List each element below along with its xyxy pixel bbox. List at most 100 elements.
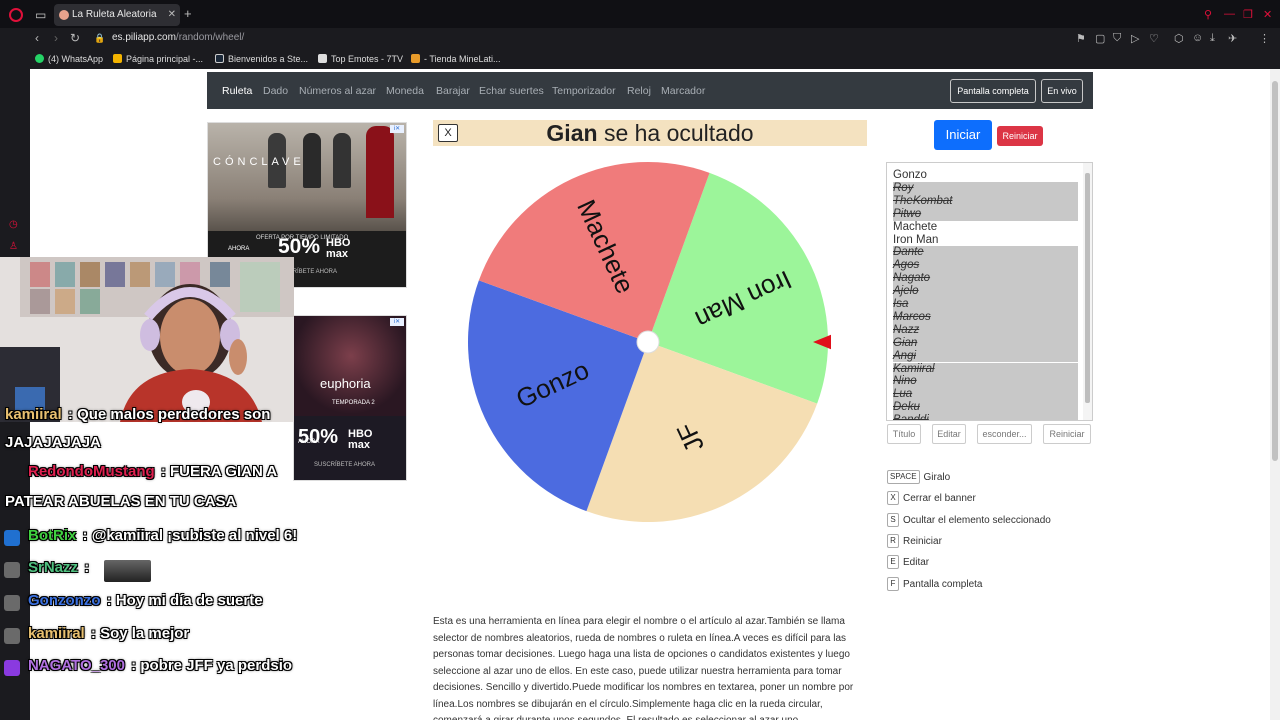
roulette-wheel[interactable]: Iron ManJFGonzoMachete xyxy=(465,159,831,525)
nav-marcador[interactable]: Marcador xyxy=(661,85,705,97)
menu-icon[interactable]: ⋮ xyxy=(1259,32,1270,45)
description-text: Esta es una herramienta en línea para el… xyxy=(433,616,854,720)
bookmark-principal[interactable]: Página principal -... xyxy=(113,54,203,64)
chat-username[interactable]: SrNazz xyxy=(28,559,78,576)
banner-name: Gian xyxy=(546,120,598,146)
new-tab-icon[interactable]: + xyxy=(184,6,192,21)
name-line[interactable]: Nagato xyxy=(893,272,1078,286)
nav-ruleta[interactable]: Ruleta xyxy=(222,85,252,97)
chat-separator: : xyxy=(156,463,170,480)
restore-icon[interactable]: ❐ xyxy=(1243,8,1253,21)
ad-info-icon[interactable]: i✕ xyxy=(390,125,404,133)
title-button[interactable]: Título xyxy=(887,424,921,444)
heart-icon[interactable]: ♡ xyxy=(1149,32,1159,45)
name-line[interactable]: Agos xyxy=(893,259,1078,273)
name-line[interactable]: Gonzo xyxy=(893,169,1078,182)
snapshot-icon[interactable]: ▢ xyxy=(1095,32,1105,45)
bookmark-label: (4) WhatsApp xyxy=(48,54,104,64)
back-icon[interactable]: ‹ xyxy=(35,31,39,45)
download-icon[interactable]: ⤓ xyxy=(1210,32,1215,45)
chat-username[interactable]: kamiiral xyxy=(5,406,62,423)
url-path: /random/wheel/ xyxy=(175,32,245,43)
profile-icon[interactable]: ☺ xyxy=(1192,32,1203,44)
shortcut-key: S xyxy=(887,512,899,527)
fullscreen-button[interactable]: Pantalla completa xyxy=(950,79,1036,103)
bookmark-7tv[interactable]: Top Emotes - 7TV xyxy=(318,54,403,64)
minimize-icon[interactable]: — xyxy=(1224,8,1235,20)
name-line[interactable]: Marcos xyxy=(893,310,1078,324)
play-icon[interactable]: ▷ xyxy=(1131,32,1139,45)
banner-text: Gian se ha ocultado xyxy=(433,121,867,145)
wheel-center-hub xyxy=(636,330,660,354)
name-line[interactable]: Dante xyxy=(893,246,1078,260)
name-line[interactable]: Nazz xyxy=(893,323,1078,337)
name-line[interactable]: Machete xyxy=(893,221,1078,234)
ad-discount: 50% xyxy=(278,235,321,258)
nav-moneda[interactable]: Moneda xyxy=(386,85,424,97)
chat-username[interactable]: Gonzonzo xyxy=(28,592,100,609)
name-line[interactable]: Kamiiral xyxy=(893,362,1078,376)
reload-icon[interactable]: ↻ xyxy=(70,31,80,45)
nav-temporizador[interactable]: Temporizador xyxy=(552,85,616,97)
bookmark-whatsapp[interactable]: (4) WhatsApp xyxy=(35,54,103,64)
bookmark-label: Top Emotes - 7TV xyxy=(331,54,404,64)
banner-message: se ha ocultado xyxy=(603,120,754,146)
name-line[interactable]: Nino xyxy=(893,375,1078,389)
name-line[interactable]: Iron Man xyxy=(893,234,1078,247)
lock-icon: 🔒 xyxy=(94,33,106,43)
chat-username[interactable]: RedondoMustang xyxy=(28,463,155,480)
chat-message: BotRix : @kamiiral ¡subiste al nivel 6! xyxy=(28,527,297,544)
forward-icon[interactable]: › xyxy=(54,31,58,45)
extensions-icon[interactable]: ⬡ xyxy=(1174,32,1184,45)
bookmark-icon[interactable]: ⚑ xyxy=(1076,32,1086,45)
browser-tab[interactable]: La Ruleta Aleatoria ✕ xyxy=(54,4,180,26)
live-button[interactable]: En vivo xyxy=(1041,79,1083,103)
chat-username[interactable]: NAGATO_300 xyxy=(28,657,125,674)
chat-message: kamiiral : Soy la mejor xyxy=(28,625,189,642)
banner-close-button[interactable]: X xyxy=(438,124,458,142)
tab-close-icon[interactable]: ✕ xyxy=(168,4,176,26)
ad-info-icon[interactable]: i✕ xyxy=(390,318,404,326)
reset-button[interactable]: Reiniciar xyxy=(997,126,1043,146)
shortcut-label: Ocultar el elemento seleccionado xyxy=(903,514,1051,526)
ad-title: euphoria xyxy=(320,376,371,391)
url-field[interactable]: es.piliapp.com/random/wheel/ xyxy=(112,32,244,43)
tab-list-icon[interactable]: ▭ xyxy=(35,7,46,23)
start-button[interactable]: Iniciar xyxy=(934,120,992,150)
chat-badge-icon xyxy=(4,595,20,611)
name-line[interactable]: Deku xyxy=(893,401,1078,415)
chat-username[interactable]: BotRix xyxy=(28,527,76,544)
name-line[interactable]: Roy xyxy=(893,181,1078,195)
close-window-icon[interactable]: ✕ xyxy=(1263,8,1272,21)
name-line[interactable]: Banddi xyxy=(893,414,1078,420)
nav-reloj[interactable]: Reloj xyxy=(627,85,651,97)
page-scrollbar[interactable] xyxy=(1270,69,1280,720)
names-textarea[interactable]: Gonzo Roy TheKombat Pitwo Machete Iron Man Dan… xyxy=(886,162,1093,421)
name-line[interactable]: Gian xyxy=(893,336,1078,350)
name-line[interactable]: Isa xyxy=(893,298,1078,311)
name-line[interactable]: TheKombat xyxy=(893,194,1078,208)
nav-numeros[interactable]: Números al azar xyxy=(299,85,376,97)
shield-icon[interactable]: ⛉ xyxy=(1113,32,1121,45)
name-line[interactable]: Lua xyxy=(893,388,1078,402)
opera-logo-icon[interactable] xyxy=(9,8,23,22)
sidebar-clock-icon[interactable]: ◷ xyxy=(9,219,18,230)
hide-button[interactable]: esconder... xyxy=(977,424,1032,444)
nav-barajar[interactable]: Barajar xyxy=(436,85,470,97)
reset-list-button[interactable]: Reiniciar xyxy=(1043,424,1091,444)
name-line[interactable]: Angi xyxy=(893,349,1078,363)
nav-dado[interactable]: Dado xyxy=(263,85,288,97)
bookmark-minelati[interactable]: - Tienda MineLati... xyxy=(411,54,501,64)
chat-username[interactable]: kamiiral xyxy=(28,625,85,642)
ai-icon[interactable]: ✈ xyxy=(1228,32,1237,45)
nav-echar-suertes[interactable]: Echar suertes xyxy=(479,85,544,97)
tab-title: La Ruleta Aleatoria xyxy=(72,9,157,20)
name-line[interactable]: Ajelo xyxy=(893,285,1078,298)
names-scrollbar[interactable] xyxy=(1083,163,1092,420)
sidebar-person-icon[interactable]: ♙ xyxy=(9,241,18,252)
edit-button[interactable]: Editar xyxy=(932,424,966,444)
bookmark-steam[interactable]: Bienvenidos a Ste... xyxy=(215,54,308,64)
search-tabs-icon[interactable]: ⚲ xyxy=(1204,8,1212,21)
webcam-overlay xyxy=(0,257,294,422)
name-line[interactable]: Pitwo xyxy=(893,207,1078,221)
